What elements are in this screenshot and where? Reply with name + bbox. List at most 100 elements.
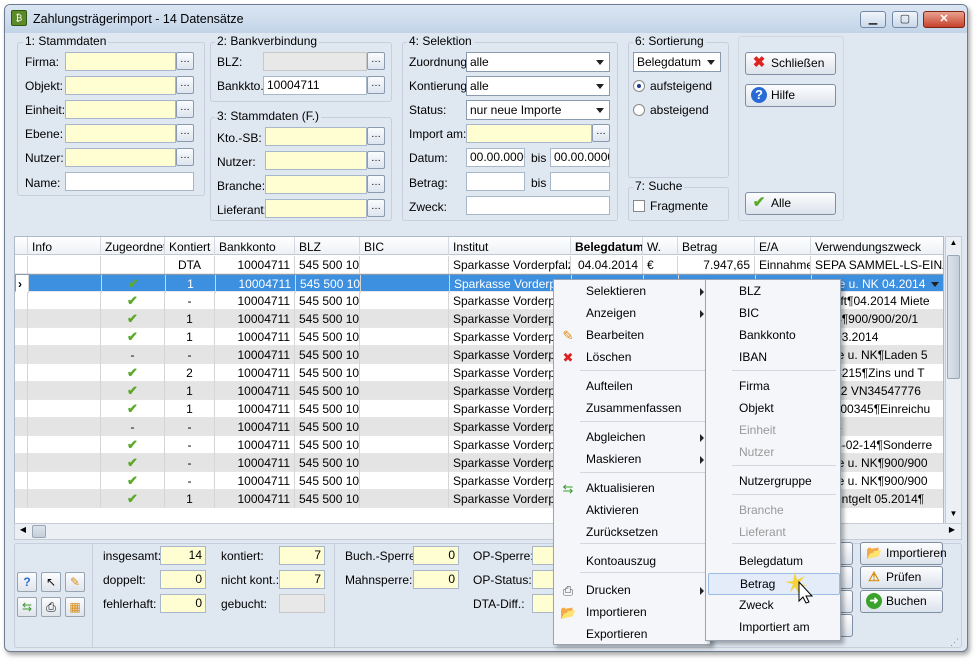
importam-browse-button[interactable]: … [592,124,610,142]
scroll-right-icon[interactable]: ▶ [945,525,959,538]
menu-item-selektieren[interactable]: Selektieren [554,281,710,303]
importam-field[interactable] [466,124,592,143]
menu-item-bearbeiten[interactable]: ✎ Bearbeiten [554,325,710,347]
col-header-bankkonto[interactable]: Bankkonto [215,237,295,255]
bankkto-browse-button[interactable]: … [367,76,385,94]
col-header-zugeordnet[interactable]: Zugeordnet [101,237,165,255]
lieferant-field[interactable] [265,199,367,218]
title-bar[interactable]: ₿ Zahlungsträgerimport - 14 Datensätze ▁… [5,5,967,33]
hilfe-button[interactable]: ? Hilfe [745,84,836,107]
scroll-up-icon[interactable]: ▲ [947,238,960,252]
pruefen-button[interactable]: ⚠ Prüfen [860,566,943,589]
sort-desc-radio[interactable] [633,104,645,116]
branche-browse-button[interactable]: … [367,175,385,193]
pencil-small-icon[interactable]: ✎ [65,572,85,592]
betrag-to-field[interactable] [550,172,610,191]
alle-button[interactable]: ✔ Alle [745,192,836,215]
name-field[interactable] [65,172,194,191]
minimize-button[interactable]: ▁ [860,11,886,28]
vertical-scroll-thumb[interactable] [947,255,960,379]
col-header-waehrung[interactable]: W. [643,237,678,255]
einheit-browse-button[interactable]: … [176,100,194,118]
col-header-blz[interactable]: BLZ [295,237,360,255]
horizontal-scroll-thumb[interactable] [32,525,46,538]
datum-from-field[interactable]: 00.00.0000 [466,148,525,167]
submenu-item-importiertam[interactable]: Importiert am [706,617,840,639]
importieren-button[interactable]: 📂 Importieren [860,542,947,565]
zuordnung-select[interactable]: alle [466,52,610,72]
submenu-item-bankkonto[interactable]: Bankkonto [706,325,840,347]
betrag-from-field[interactable] [466,172,525,191]
firma-field[interactable] [65,52,176,71]
einheit-field[interactable] [65,100,176,119]
submenu-item-zweck[interactable]: Zweck [706,595,840,617]
bankkto-field[interactable]: 10004711 [263,76,367,95]
col-header-betrag[interactable]: Betrag [678,237,755,255]
submenu-item-objekt[interactable]: Objekt [706,398,840,420]
col-header-bic[interactable]: BIC [360,237,449,255]
menu-item-aktualisieren[interactable]: ⇆ Aktualisieren [554,478,710,500]
objekt-browse-button[interactable]: … [176,76,194,94]
submenu-item-belegdatum[interactable]: Belegdatum [706,551,840,573]
datum-to-field[interactable]: 00.00.0000 [550,148,610,167]
submenu-item-bic[interactable]: BIC [706,303,840,325]
col-header-institut[interactable]: Institut [449,237,571,255]
col-header-kontiert[interactable]: Kontiert [165,237,215,255]
nutzer-browse-button[interactable]: … [176,148,194,166]
submenu-item-firma[interactable]: Firma [706,376,840,398]
firma-browse-button[interactable]: … [176,52,194,70]
restore-button[interactable]: ▢ [892,11,918,28]
menu-item-importieren[interactable]: 📂 Importieren [554,602,710,624]
col-header-info[interactable]: Info [28,237,101,255]
blz-browse-button[interactable]: … [367,52,385,70]
print-small-icon[interactable]: ⎙ [41,597,61,617]
submenu-item-blz[interactable]: BLZ [706,281,840,303]
submenu-item-nutzer[interactable]: Nutzer [706,442,840,464]
menu-item-anzeigen[interactable]: Anzeigen [554,303,710,325]
ebene-field[interactable] [65,124,176,143]
pointer-icon[interactable]: ↖ [41,572,61,592]
objekt-field[interactable] [65,76,176,95]
menu-item-zurücksetzen[interactable]: Zurücksetzen [554,522,710,544]
table-row[interactable]: DTA 10004711 545 500 10 Sparkasse Vorderpfa… [15,256,943,274]
col-header-ea[interactable]: E/A [755,237,811,255]
kontierung-select[interactable]: alle [466,76,610,96]
menu-item-zusammenfassen[interactable]: Zusammenfassen [554,398,710,420]
vertical-scrollbar[interactable]: ▲ ▼ [945,236,962,525]
grid-small-icon[interactable]: ▦ [65,597,85,617]
blz-field[interactable] [263,52,367,71]
nutzer-field[interactable] [65,148,176,167]
resize-grip-icon[interactable]: ⋰ [950,637,962,649]
ktosb-field[interactable] [265,127,367,146]
nutzer-f-browse-button[interactable]: … [367,151,385,169]
scroll-left-icon[interactable]: ◀ [16,525,30,538]
menu-item-maskieren[interactable]: Maskieren [554,449,710,471]
schliessen-button[interactable]: ✖ Schließen [745,52,836,75]
ktosb-browse-button[interactable]: … [367,127,385,145]
submenu-item-lieferant[interactable]: Lieferant [706,522,840,544]
submenu-item-branche[interactable]: Branche [706,500,840,522]
menu-item-kontoauszug[interactable]: Kontoauszug [554,551,710,573]
menu-item-löschen[interactable]: ✖ Löschen [554,347,710,369]
col-header-verwendungszweck[interactable]: Verwendungszweck [811,237,943,255]
branche-field[interactable] [265,175,367,194]
help-small-icon[interactable]: ? [17,572,37,592]
submenu-item-betrag[interactable]: Betrag [708,573,840,595]
fragmente-checkbox[interactable] [633,200,645,212]
menu-item-aktivieren[interactable]: Aktivieren [554,500,710,522]
menu-item-abgleichen[interactable]: Abgleichen [554,427,710,449]
submenu-item-iban[interactable]: IBAN [706,347,840,369]
col-header-belegdatum[interactable]: Belegdatum [571,237,643,255]
menu-item-exportieren[interactable]: Exportieren [554,624,710,646]
status-select[interactable]: nur neue Importe [466,100,610,120]
ebene-browse-button[interactable]: … [176,124,194,142]
scroll-down-icon[interactable]: ▼ [947,509,960,523]
refresh-small-icon[interactable]: ⇆ [17,597,37,617]
nutzer-f-field[interactable] [265,151,367,170]
lieferant-browse-button[interactable]: … [367,199,385,217]
menu-item-drucken[interactable]: ⎙ Drucken [554,580,710,602]
submenu-item-nutzergruppe[interactable]: Nutzergruppe [706,471,840,493]
menu-item-aufteilen[interactable]: Aufteilen [554,376,710,398]
sort-asc-radio[interactable] [633,80,645,92]
buchen-button[interactable]: ➜ Buchen [860,590,943,613]
